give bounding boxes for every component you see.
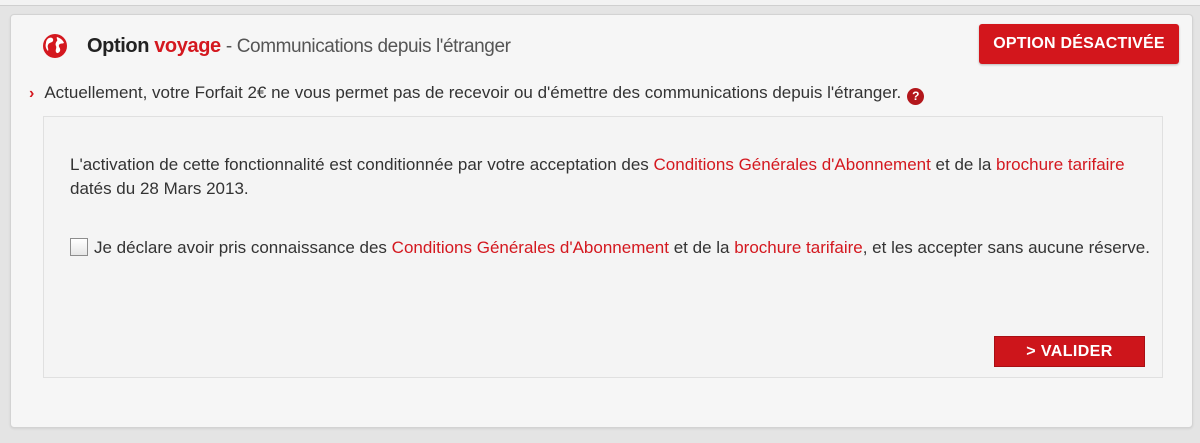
acceptance-cga-link[interactable]: Conditions Générales d'Abonnement (392, 238, 669, 257)
accept-checkbox[interactable] (70, 238, 88, 256)
info-message: › Actuellement, votre Forfait 2€ ne vous … (29, 82, 925, 105)
acceptance-row: Je déclare avoir pris connaissance des C… (70, 236, 1150, 260)
info-text: Actuellement, votre Forfait 2€ ne vous p… (44, 83, 902, 102)
conditions-text-3: datés du 28 Mars 2013. (70, 179, 249, 198)
title-subtitle: - Communications depuis l'étranger (225, 36, 511, 57)
validate-button[interactable]: > VALIDER (994, 336, 1145, 367)
conditions-text-1: L'activation de cette fonctionnalité est… (70, 155, 654, 174)
acceptance-text-3: , et les accepter sans aucune réserve. (862, 238, 1150, 257)
page-title: Option voyage - Communications depuis l'… (87, 32, 511, 61)
cga-link[interactable]: Conditions Générales d'Abonnement (654, 155, 931, 174)
option-panel: Option voyage - Communications depuis l'… (10, 14, 1193, 428)
conditions-text-2: et de la (930, 155, 997, 174)
help-icon[interactable]: ? (907, 88, 925, 105)
panel-header: Option voyage - Communications depuis l'… (11, 15, 1192, 75)
globe-icon (43, 34, 67, 58)
title-voyage: voyage (154, 35, 221, 57)
status-badge: OPTION DÉSACTIVÉE (979, 24, 1179, 64)
conditions-paragraph: L'activation de cette fonctionnalité est… (70, 153, 1150, 201)
title-option: Option (87, 35, 150, 57)
acceptance-text-2: et de la (668, 238, 735, 257)
acceptance-brochure-link[interactable]: brochure tarifaire (734, 238, 863, 257)
top-divider (0, 0, 1200, 6)
acceptance-text-1: Je déclare avoir pris connaissance des (94, 238, 392, 257)
chevron-right-icon: › (29, 85, 35, 102)
conditions-box: L'activation de cette fonctionnalité est… (43, 116, 1163, 378)
brochure-link[interactable]: brochure tarifaire (996, 155, 1125, 174)
